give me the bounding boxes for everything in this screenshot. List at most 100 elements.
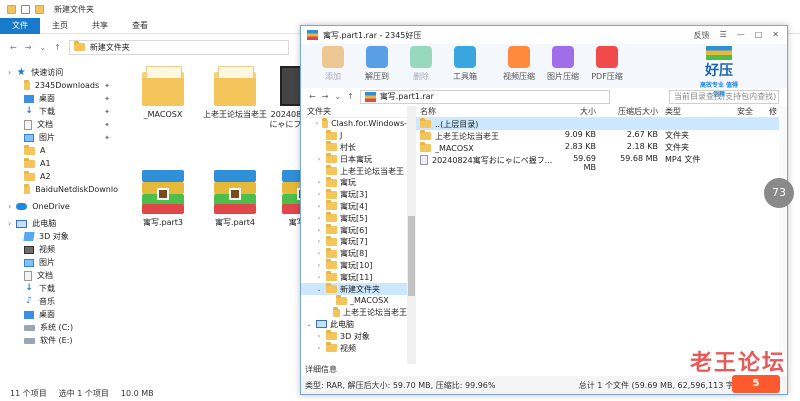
toolbar-button[interactable]: PDF压缩 (585, 46, 629, 82)
chevron-icon[interactable]: › (8, 219, 11, 228)
expand-arrow-icon[interactable]: › (315, 156, 323, 163)
up-icon[interactable]: ↑ (347, 92, 354, 101)
tree-node[interactable]: _MACOSX (301, 294, 407, 307)
ribbon-tab[interactable]: 查看 (120, 18, 160, 34)
nav-item[interactable]: 图片 (0, 256, 118, 269)
tree-node[interactable]: › 视频 (301, 342, 407, 354)
nav-item[interactable]: ♪ 音乐 (0, 295, 118, 308)
tree-node[interactable]: 上老王论坛当老王 (301, 306, 407, 319)
tree-node[interactable]: › 寓玩[11] (301, 271, 407, 283)
toolbar-button[interactable]: 工具箱 (443, 46, 487, 82)
file-item[interactable]: 寓写.part4 (200, 170, 270, 228)
nav-item[interactable]: 图片 ✦ (0, 131, 118, 144)
up-icon[interactable]: ↑ (54, 43, 61, 52)
back-icon[interactable]: ← (309, 92, 316, 101)
expand-arrow-icon[interactable]: › (315, 227, 323, 234)
list-scrollbar[interactable] (779, 106, 787, 364)
floating-badge[interactable]: 73 (764, 178, 794, 208)
nav-item[interactable]: ↓ 下载 ✦ (0, 105, 118, 118)
ribbon-tab[interactable]: 共享 (80, 18, 120, 34)
toolbar-button[interactable]: 解压到 (355, 46, 399, 82)
archive-search-input[interactable]: 当前目录查找(支持包内查找) (669, 89, 779, 104)
properties-icon[interactable] (21, 4, 30, 14)
nav-item[interactable]: 桌面 (0, 308, 118, 321)
address-bar[interactable]: 新建文件夹 (68, 39, 289, 55)
expand-arrow-icon[interactable]: › (315, 191, 323, 198)
ribbon-tab[interactable]: 文件 (0, 18, 40, 34)
file-item[interactable]: _MACOSX (128, 66, 198, 120)
expand-arrow-icon[interactable]: › (315, 333, 323, 340)
forward-icon[interactable]: → (322, 92, 329, 101)
tree-node[interactable]: › Clash.for.Windows- (301, 118, 407, 130)
nav-item[interactable]: › OneDrive (0, 200, 118, 213)
toolbar-button[interactable]: 视频压缩 (497, 46, 541, 82)
tree-node[interactable]: › 寓玩[7] (301, 235, 407, 248)
chevron-icon[interactable]: › (8, 68, 11, 77)
list-row[interactable]: 20240824寓写おにゃにペ握フ... 59.69 MB 59.68 MB MP4 … (416, 154, 787, 172)
expand-arrow-icon[interactable]: › (315, 345, 323, 352)
expand-arrow-icon[interactable]: › (315, 274, 323, 281)
nav-item[interactable]: 系统 (C:) (0, 321, 118, 334)
column-header[interactable]: 类型 (661, 106, 733, 117)
ribbon-tab[interactable]: 主页 (40, 18, 80, 34)
archive-path-bar[interactable]: 寓写.part1.rar (359, 89, 610, 104)
nav-item[interactable]: 3D 对象 (0, 230, 118, 243)
expand-arrow-icon[interactable]: › (315, 262, 323, 269)
close-icon[interactable]: ✕ (772, 30, 779, 41)
expand-arrow-icon[interactable]: › (315, 179, 323, 186)
expand-arrow-icon[interactable]: ⌄ (305, 321, 313, 328)
column-header[interactable]: 名称 (416, 106, 559, 117)
expand-arrow-icon[interactable]: › (315, 120, 319, 127)
column-header[interactable]: 安全 (733, 106, 767, 117)
expand-arrow-icon[interactable]: › (315, 250, 323, 257)
tree-node[interactable]: › 寓玩[6] (301, 224, 407, 236)
tree-node[interactable]: › 3D 对象 (301, 330, 407, 342)
nav-item[interactable]: 文档 ✦ (0, 118, 118, 131)
nav-item[interactable]: A (0, 144, 118, 157)
nav-item[interactable]: 文档 (0, 269, 118, 282)
expand-arrow-icon[interactable]: › (315, 215, 323, 222)
chevron-down-icon[interactable]: ⌄ (39, 43, 46, 52)
nav-item[interactable]: › ★ 快速访问 (0, 66, 118, 79)
tree-node[interactable]: 上老王论坛当老王 (301, 165, 407, 177)
file-item[interactable]: 寓写.part3 (128, 170, 198, 228)
column-header[interactable]: 压缩后大小 (599, 106, 661, 117)
nav-item[interactable]: 2345Downloads ✦ (0, 79, 118, 92)
list-row[interactable]: 上老王论坛当老王 9.09 KB 2.67 KB 文件夹 (416, 130, 787, 142)
menu-icon[interactable]: ☰ (720, 30, 727, 41)
forward-icon[interactable]: → (25, 43, 32, 52)
nav-item[interactable]: A2 (0, 170, 118, 183)
tree-node[interactable]: ⌄ 新建文件夹 (301, 283, 407, 295)
tree-node[interactable]: › 寓玩[4] (301, 200, 407, 213)
nav-item[interactable]: 视频 (0, 243, 118, 256)
list-row[interactable]: ..(上层目录) (416, 118, 787, 130)
tree-node[interactable]: › 寓玩 (301, 176, 407, 189)
tree-node[interactable]: ⌄ 此电脑 (301, 319, 407, 331)
nav-item[interactable]: A1 (0, 157, 118, 170)
nav-item[interactable]: › 此电脑 (0, 217, 118, 230)
feedback-link[interactable]: 反馈 (694, 30, 710, 41)
nav-item[interactable]: 桌面 ✦ (0, 92, 118, 105)
toolbar-button[interactable]: 图片压缩 (541, 46, 585, 82)
expand-arrow-icon[interactable]: › (315, 203, 323, 210)
tree-node[interactable]: › 寓玩[3] (301, 188, 407, 201)
tree-node[interactable]: › 寓玩[5] (301, 212, 407, 224)
column-header[interactable]: 大小 (559, 106, 599, 117)
tree-node[interactable]: › 寓玩[10] (301, 259, 407, 272)
expand-arrow-icon[interactable]: › (315, 238, 323, 245)
tree-node[interactable]: › 日本寓玩 (301, 153, 407, 165)
nav-item[interactable]: BaiduNetdiskDownlo (0, 183, 118, 196)
tree-node[interactable]: › 寓玩[8] (301, 247, 407, 260)
tree-scroll-thumb[interactable] (408, 216, 415, 296)
tree-node[interactable]: 村长 (301, 141, 407, 154)
maximize-icon[interactable]: □ (755, 30, 763, 41)
tree-scrollbar[interactable] (407, 106, 416, 364)
new-folder-icon[interactable] (35, 4, 44, 14)
expand-arrow-icon[interactable]: ⌄ (315, 286, 323, 293)
tree-node[interactable]: J (301, 129, 407, 142)
back-icon[interactable]: ← (10, 43, 17, 52)
nav-item[interactable]: ↓ 下载 (0, 282, 118, 295)
nav-item[interactable]: 软件 (E:) (0, 334, 118, 347)
list-row[interactable]: _MACOSX 2.83 KB 2.18 KB 文件夹 (416, 142, 787, 154)
chevron-icon[interactable]: › (8, 202, 11, 211)
